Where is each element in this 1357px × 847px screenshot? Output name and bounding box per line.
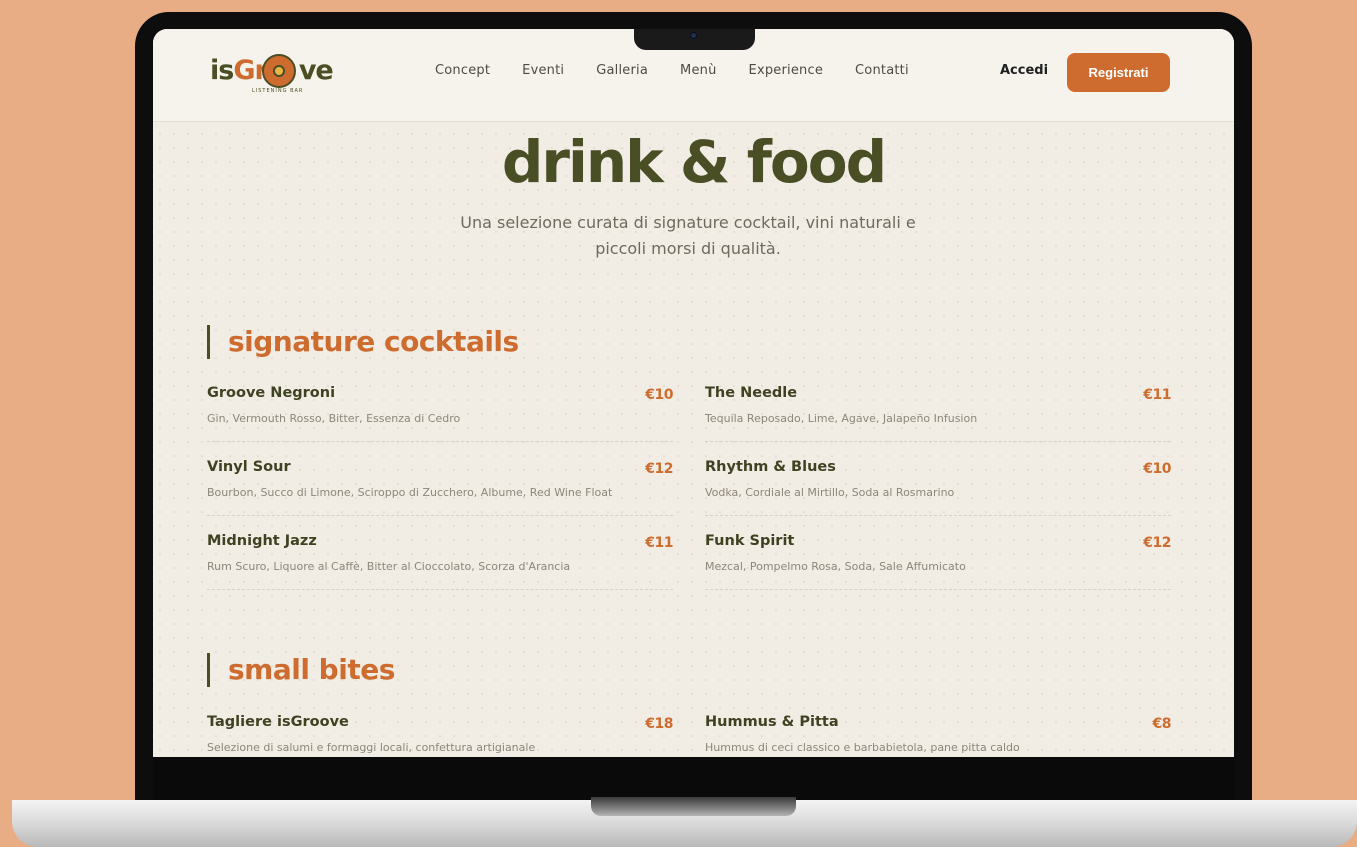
menu-item: Funk Spirit €12 Mezcal, Pompelmo Rosa, S… bbox=[705, 533, 1171, 590]
item-price: €10 bbox=[1143, 461, 1171, 477]
nav-link-contatti[interactable]: Contatti bbox=[855, 63, 909, 78]
login-link[interactable]: Accedi bbox=[1000, 63, 1048, 78]
item-price: €8 bbox=[1152, 716, 1172, 732]
item-name: Funk Spirit bbox=[705, 533, 795, 549]
item-price: €12 bbox=[1143, 535, 1171, 551]
item-price: €11 bbox=[645, 535, 673, 551]
item-price: €11 bbox=[1143, 387, 1171, 403]
nav-link-menu[interactable]: Menù bbox=[680, 63, 717, 78]
menu-item: The Needle €11 Tequila Reposado, Lime, A… bbox=[705, 385, 1171, 442]
item-description: Vodka, Cordiale al Mirtillo, Soda al Ros… bbox=[705, 486, 955, 499]
item-description: Selezione di salumi e formaggi locali, c… bbox=[207, 741, 536, 754]
item-description: Hummus di ceci classico e barbabietola, … bbox=[705, 741, 1020, 754]
menu-item: Hummus & Pitta €8 Hummus di ceci classic… bbox=[705, 714, 1172, 757]
browser-viewport: isGr ve LISTENING BAR Concept Eventi Gall… bbox=[153, 29, 1234, 757]
laptop-hinge-notch bbox=[591, 797, 796, 816]
site-logo[interactable]: isGr ve LISTENING BAR bbox=[210, 47, 335, 103]
nav-link-concept[interactable]: Concept bbox=[435, 63, 490, 78]
menu-item: Midnight Jazz €11 Rum Scuro, Liquore al … bbox=[207, 533, 673, 590]
section-title-cocktails: signature cocktails bbox=[207, 325, 519, 359]
item-price: €12 bbox=[645, 461, 673, 477]
item-description: Bourbon, Succo di Limone, Sciroppo di Zu… bbox=[207, 486, 613, 499]
menu-item: Rhythm & Blues €10 Vodka, Cordiale al Mi… bbox=[705, 459, 1171, 516]
section-title-small-bites: small bites bbox=[207, 653, 395, 687]
item-description: Tequila Reposado, Lime, Agave, Jalapeño … bbox=[705, 412, 978, 425]
item-description: Mezcal, Pompelmo Rosa, Soda, Sale Affumi… bbox=[705, 560, 966, 573]
item-description: Gin, Vermouth Rosso, Bitter, Essenza di … bbox=[207, 412, 461, 425]
screen-bottom-bezel bbox=[153, 757, 1234, 800]
item-name: Tagliere isGroove bbox=[207, 714, 349, 730]
page-title: drink & food bbox=[501, 128, 887, 196]
item-price: €10 bbox=[645, 387, 673, 403]
item-name: Rhythm & Blues bbox=[705, 459, 836, 475]
item-name: Groove Negroni bbox=[207, 385, 336, 401]
page-subtitle: Una selezione curata di signature cockta… bbox=[460, 213, 916, 258]
main-nav: Concept Eventi Galleria Menù Experience … bbox=[435, 63, 941, 78]
item-name: Midnight Jazz bbox=[207, 533, 317, 549]
webcam-icon bbox=[690, 32, 697, 39]
item-description: Rum Scuro, Liquore al Caffè, Bitter al C… bbox=[207, 560, 571, 573]
item-name: The Needle bbox=[705, 385, 798, 401]
item-price: €18 bbox=[645, 716, 673, 732]
menu-item: Tagliere isGroove €18 Selezione di salum… bbox=[207, 714, 673, 757]
nav-link-galleria[interactable]: Galleria bbox=[596, 63, 648, 78]
register-button[interactable]: Registrati bbox=[1067, 53, 1170, 92]
item-name: Hummus & Pitta bbox=[705, 714, 839, 730]
nav-link-eventi[interactable]: Eventi bbox=[522, 63, 564, 78]
menu-item: Groove Negroni €10 Gin, Vermouth Rosso, … bbox=[207, 385, 673, 442]
nav-link-experience[interactable]: Experience bbox=[749, 63, 824, 78]
logo-tagline: LISTENING BAR bbox=[252, 88, 304, 94]
camera-notch bbox=[634, 29, 755, 50]
item-name: Vinyl Sour bbox=[207, 459, 291, 475]
menu-item: Vinyl Sour €12 Bourbon, Succo di Limone,… bbox=[207, 459, 673, 516]
vinyl-record-icon bbox=[262, 54, 296, 88]
